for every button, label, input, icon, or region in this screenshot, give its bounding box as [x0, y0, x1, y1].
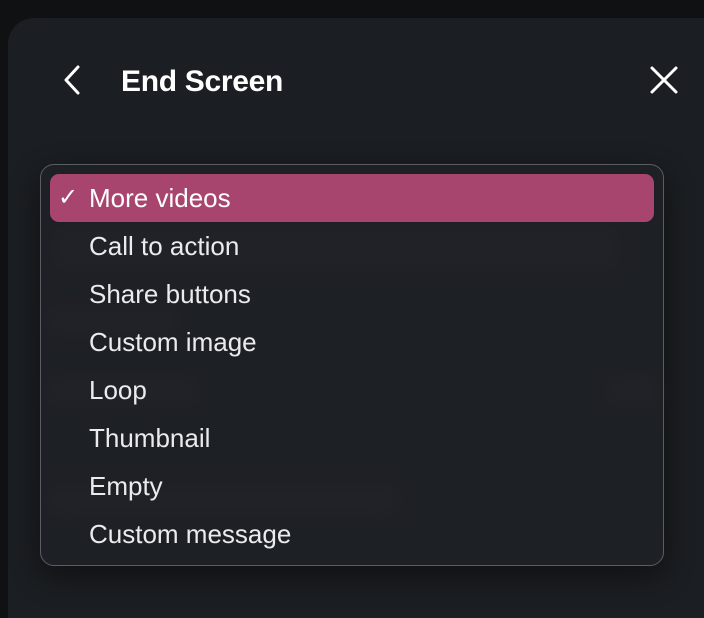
close-button[interactable] — [642, 62, 686, 102]
option-more-videos[interactable]: ✓ More videos — [50, 174, 654, 222]
option-label: Share buttons — [89, 279, 251, 309]
option-label: Call to action — [89, 231, 240, 261]
page-title: End Screen — [121, 65, 284, 98]
option-empty[interactable]: Empty — [50, 462, 654, 510]
option-label: More videos — [89, 183, 231, 213]
option-label: Thumbnail — [89, 423, 211, 453]
option-label: Loop — [89, 375, 147, 405]
back-button[interactable] — [54, 60, 90, 104]
option-call-to-action[interactable]: Call to action — [50, 222, 654, 270]
option-custom-message[interactable]: Custom message — [50, 510, 654, 558]
option-label: Custom message — [89, 519, 292, 549]
option-label: Custom image — [89, 327, 257, 357]
option-loop[interactable]: Loop — [50, 366, 654, 414]
option-custom-image[interactable]: Custom image — [50, 318, 654, 366]
checkmark-icon: ✓ — [58, 184, 79, 211]
option-share-buttons[interactable]: Share buttons — [50, 270, 654, 318]
option-thumbnail[interactable]: Thumbnail — [50, 414, 654, 462]
end-screen-dropdown: ✓ More videos Call to action Share butto… — [40, 164, 664, 566]
panel-header: End Screen — [8, 18, 704, 148]
close-icon — [649, 65, 679, 100]
option-label: Empty — [89, 471, 163, 501]
chevron-left-icon — [61, 63, 83, 102]
